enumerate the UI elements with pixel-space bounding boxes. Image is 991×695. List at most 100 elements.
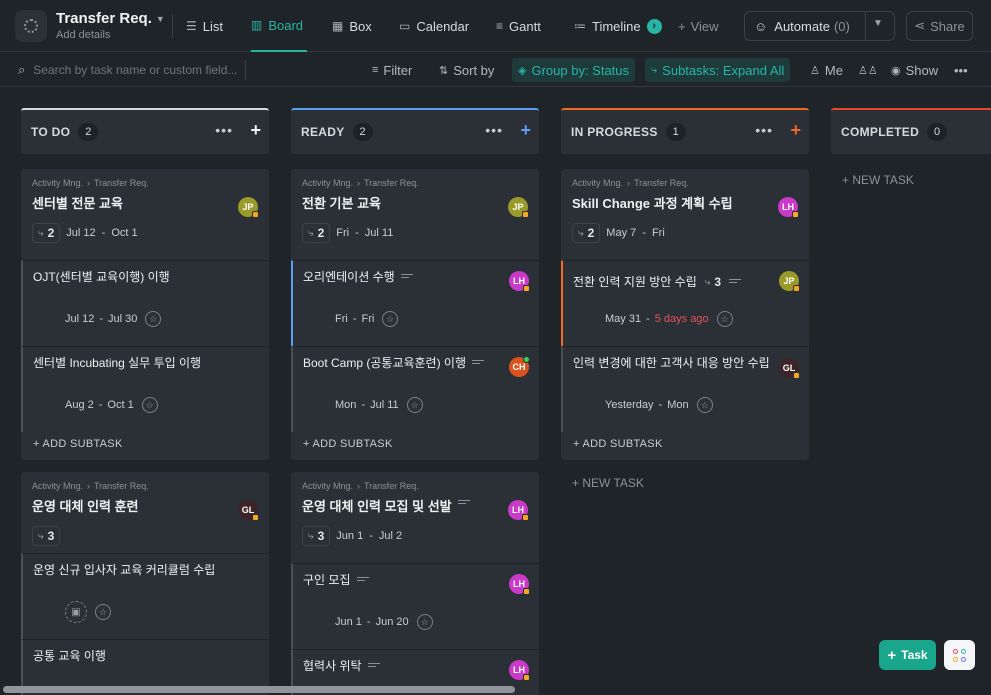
assignees-button[interactable]: ♙♙ bbox=[852, 58, 884, 82]
subtask-row[interactable]: OJT(센터별 교육이행) 이행 Jul 12- Jul 30 ☆ bbox=[21, 260, 269, 346]
share-button[interactable]: ⋖ Share bbox=[906, 11, 973, 41]
new-task-button[interactable]: + NEW TASK bbox=[572, 476, 644, 490]
star-icon[interactable]: ☆ bbox=[382, 311, 399, 327]
apps-button[interactable] bbox=[944, 640, 975, 670]
breadcrumb[interactable]: Activity Mng. › Transfer Req. bbox=[32, 481, 258, 491]
avatar[interactable]: JP bbox=[779, 271, 800, 292]
task-name[interactable]: 운영 대체 인력 모집 및 선발 bbox=[302, 496, 528, 515]
sort-button[interactable]: ⇅ Sort by bbox=[433, 58, 500, 82]
subtask-row[interactable]: 센터별 Incubating 실무 투입 이행 Aug 2- Oct 1 ☆ bbox=[21, 346, 269, 432]
add-subtask-button[interactable]: + ADD SUBTASK bbox=[33, 438, 123, 450]
subtask-count-badge[interactable]: ⤷ 2 bbox=[32, 223, 61, 243]
breadcrumb[interactable]: Activity Mng. › Transfer Req. bbox=[302, 178, 528, 188]
subtask-row[interactable]: 인력 변경에 대한 고객사 대응 방안 수립 GL Yesterday - Mon ☆ bbox=[561, 346, 809, 432]
avatar[interactable]: LH bbox=[509, 271, 530, 292]
task-start-date[interactable]: May 7 bbox=[606, 227, 636, 239]
list-title-area[interactable]: Transfer Req. ▼ Add details bbox=[56, 10, 165, 41]
star-icon[interactable]: ☆ bbox=[696, 397, 713, 413]
task-name[interactable]: 전환 기본 교육 bbox=[302, 193, 528, 212]
task-due-date[interactable]: Jul 2 bbox=[379, 530, 402, 542]
me-filter-button[interactable]: ♙ Me bbox=[804, 58, 849, 82]
chevron-down-icon[interactable]: ▼ bbox=[156, 14, 165, 24]
subtask-count-badge[interactable]: ⤷ 3 bbox=[703, 275, 723, 290]
subtask-count-badge[interactable]: ⤷ 2 bbox=[572, 223, 601, 243]
star-icon[interactable]: ☆ bbox=[95, 604, 111, 620]
avatar[interactable]: LH bbox=[509, 660, 530, 681]
avatar[interactable]: LH bbox=[508, 500, 529, 521]
breadcrumb[interactable]: Activity Mng. › Transfer Req. bbox=[32, 178, 258, 188]
tab-list[interactable]: ☰ List bbox=[186, 0, 223, 52]
automate-button[interactable]: ☺ Automate (0) ▼ bbox=[744, 11, 895, 41]
avatar[interactable]: GL bbox=[238, 500, 259, 521]
subtask-count-badge[interactable]: ⤷ 3 bbox=[302, 526, 331, 546]
task-due-date[interactable]: Oct 1 bbox=[111, 227, 137, 239]
subtasks-expand-button[interactable]: ⤷ Subtasks: Expand All bbox=[645, 58, 791, 82]
add-task-button[interactable]: + Task bbox=[879, 640, 936, 670]
calendar-icon[interactable]: ▣ bbox=[65, 601, 87, 623]
task-card[interactable]: Activity Mng. › Transfer Req. 전환 기본 교육 ⤷ 2 … bbox=[291, 169, 539, 460]
add-task-icon[interactable]: + bbox=[790, 120, 801, 141]
filter-button[interactable]: ≡ Filter bbox=[366, 58, 418, 82]
overdue-date[interactable]: 5 days ago bbox=[655, 313, 709, 325]
add-subtask-button[interactable]: + ADD SUBTASK bbox=[303, 438, 393, 450]
avatar[interactable]: GL bbox=[779, 358, 800, 379]
column-header: COMPLETED 0 bbox=[831, 108, 991, 154]
subtask-row[interactable]: 오리엔테이션 수행 LH Fri - Fri ☆ bbox=[291, 260, 539, 346]
tab-timeline[interactable]: ≔ Timeline › bbox=[574, 0, 662, 52]
star-icon[interactable]: ☆ bbox=[406, 397, 423, 413]
add-task-icon[interactable]: + bbox=[520, 120, 531, 141]
task-due-date[interactable]: Jul 11 bbox=[365, 227, 394, 239]
add-details-link[interactable]: Add details bbox=[56, 29, 165, 41]
column-menu-icon[interactable]: ••• bbox=[215, 122, 233, 138]
star-icon[interactable]: ☆ bbox=[716, 311, 733, 327]
task-due-date[interactable]: Fri bbox=[652, 227, 665, 239]
subtask-row[interactable]: 구인 모집 LH Jun 1- Jun 20 ☆ bbox=[291, 563, 539, 649]
add-view-button[interactable]: + View bbox=[678, 0, 719, 52]
task-card[interactable]: Activity Mng. › Transfer Req. Skill Change… bbox=[561, 169, 809, 460]
task-card[interactable]: Activity Mng. › Transfer Req. 센터별 전문 교육 ⤷ 2… bbox=[21, 169, 269, 460]
subtask-row[interactable]: 전환 인력 지원 방안 수립 ⤷ 3 JP May 31-5 days ago ☆ bbox=[561, 260, 809, 346]
task-start-date[interactable]: Jun 1 bbox=[336, 530, 363, 542]
avatar[interactable]: JP bbox=[508, 197, 529, 218]
star-icon[interactable]: ☆ bbox=[145, 311, 162, 327]
avatar[interactable]: LH bbox=[778, 197, 799, 218]
add-task-icon[interactable]: + bbox=[250, 120, 261, 141]
more-views-icon[interactable]: › bbox=[646, 18, 662, 34]
show-button[interactable]: ◉ Show bbox=[885, 58, 944, 82]
tab-gantt[interactable]: ≡ Gantt bbox=[496, 0, 541, 52]
task-start-date[interactable]: Jul 12 bbox=[66, 227, 95, 239]
space-icon[interactable] bbox=[15, 10, 47, 42]
new-task-button[interactable]: + NEW TASK bbox=[842, 173, 914, 187]
tab-box[interactable]: ▦ Box bbox=[332, 0, 372, 52]
chevron-down-icon[interactable]: ▼ bbox=[873, 18, 883, 29]
search-box[interactable]: ⌕ bbox=[18, 53, 239, 87]
column-menu-icon[interactable]: ••• bbox=[485, 122, 503, 138]
breadcrumb[interactable]: Activity Mng. › Transfer Req. bbox=[302, 481, 528, 491]
star-icon[interactable]: ☆ bbox=[416, 614, 433, 630]
horizontal-scrollbar[interactable] bbox=[3, 686, 515, 693]
subtask-row[interactable]: Boot Camp (공통교육훈련) 이행 CH Mon - Jul 11 ☆ bbox=[291, 346, 539, 432]
task-start-date[interactable]: Fri bbox=[336, 227, 349, 239]
search-input[interactable] bbox=[33, 63, 239, 77]
subtask-count-badge[interactable]: ⤷ 3 bbox=[32, 526, 61, 546]
avatar[interactable]: LH bbox=[509, 574, 530, 595]
avatar[interactable]: CH bbox=[509, 356, 530, 377]
add-subtask-button[interactable]: + ADD SUBTASK bbox=[573, 438, 663, 450]
avatar[interactable]: JP bbox=[238, 197, 259, 218]
more-options-icon[interactable]: ••• bbox=[948, 58, 974, 82]
tab-board[interactable]: ▥ Board bbox=[251, 0, 307, 52]
group-by-button[interactable]: ◈ Group by: Status bbox=[512, 58, 636, 82]
task-name[interactable]: 운영 대체 인력 훈련 bbox=[32, 496, 258, 515]
task-card[interactable]: Activity Mng. › Transfer Req. 운영 대체 인력 훈련 … bbox=[21, 472, 269, 695]
breadcrumb[interactable]: Activity Mng. › Transfer Req. bbox=[572, 178, 798, 188]
task-name[interactable]: Skill Change 과정 계획 수립 bbox=[572, 193, 798, 212]
column-menu-icon[interactable]: ••• bbox=[755, 122, 773, 138]
subtask-count-badge[interactable]: ⤷ 2 bbox=[302, 223, 331, 243]
tab-calendar[interactable]: ▭ Calendar bbox=[399, 0, 469, 52]
task-card[interactable]: Activity Mng. › Transfer Req. 운영 대체 인력 모집 … bbox=[291, 472, 539, 695]
star-icon[interactable]: ☆ bbox=[141, 397, 158, 413]
description-icon bbox=[356, 577, 369, 583]
page-title[interactable]: Transfer Req. bbox=[56, 10, 152, 27]
subtask-row[interactable]: 운영 신규 입사자 교육 커리큘럼 수립 ▣ ☆ bbox=[21, 553, 269, 639]
task-name[interactable]: 센터별 전문 교육 bbox=[32, 193, 258, 212]
